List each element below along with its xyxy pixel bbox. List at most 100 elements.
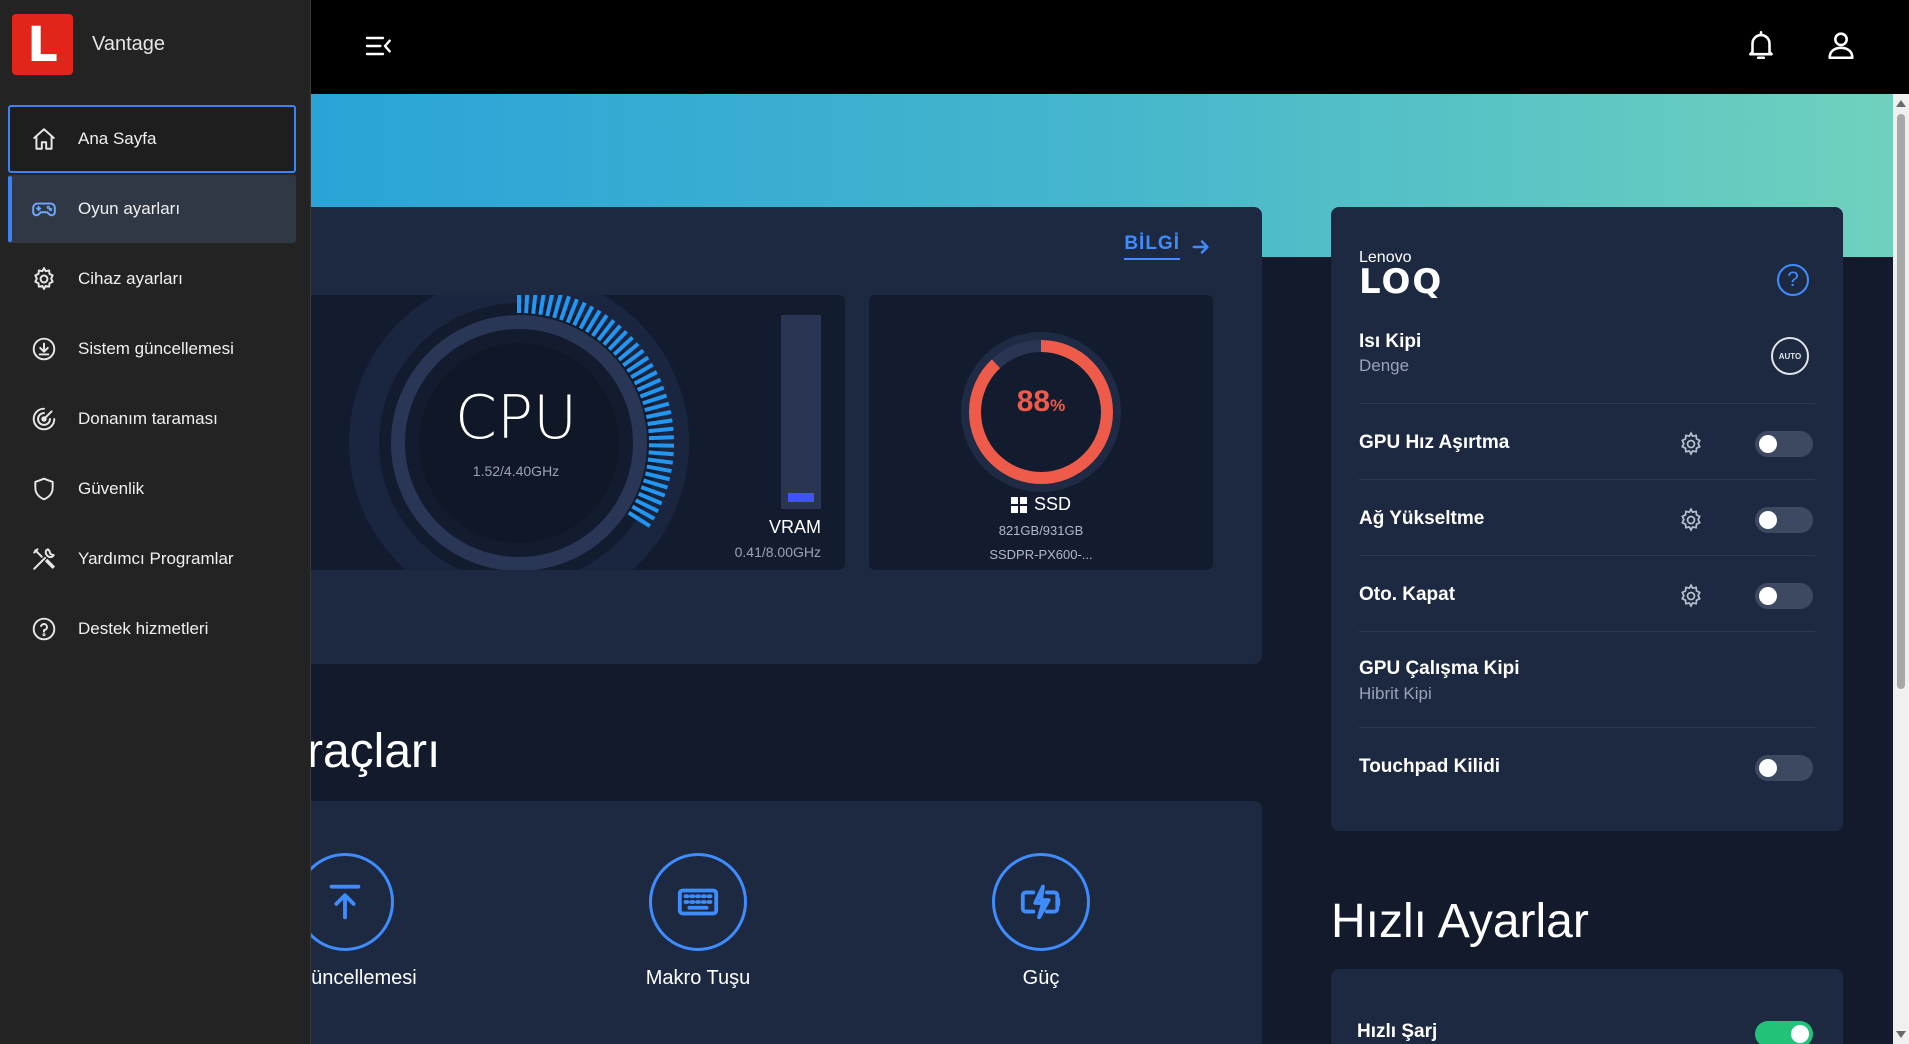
- gear-icon: [30, 265, 58, 293]
- sidebar-item-label: Donanım taraması: [78, 409, 218, 428]
- row-label: GPU Hız Aşırtma: [1359, 432, 1510, 453]
- ssd-percentage-unit: %: [1050, 396, 1066, 415]
- sidebar-item-home[interactable]: Ana Sayfa: [8, 105, 296, 173]
- main-nav: Ana Sayfa Oyun ayarları Cihaz ayarları S…: [8, 105, 296, 665]
- quick-item-label: Hızlı Şarj: [1357, 1021, 1438, 1042]
- vram-bar: [781, 315, 821, 509]
- sidebar-item-label: Oyun ayarları: [78, 199, 181, 218]
- gear-icon[interactable]: [1678, 583, 1704, 609]
- gpu-mode-value: Hibrit Kipi: [1359, 684, 1432, 703]
- thermal-mode-value: Denge: [1359, 356, 1410, 375]
- upload-icon: [311, 853, 394, 951]
- network-boost-toggle[interactable]: [1755, 507, 1813, 533]
- tool-label: m Güncellemesi: [311, 967, 417, 989]
- auto-kill-toggle[interactable]: [1755, 583, 1813, 609]
- ssd-panel: 88% SSD 821GB/931GB SSDPR-PX600-...: [869, 295, 1213, 570]
- main-scrollbar[interactable]: [1893, 94, 1909, 1044]
- sidebar-item-label: Sistem güncellemesi: [78, 339, 234, 358]
- row-label: GPU Çalışma Kipi: [1359, 658, 1520, 679]
- performance-card: BİLGİ CPU 1.52/4.40GHz VRAM 0.41/8.00GHz…: [311, 207, 1262, 664]
- tool-label: Makro Tuşu: [645, 967, 751, 989]
- loq-card: Lenovo LOQ ? Isı Kipi Denge AUTO GPU Hız…: [1331, 207, 1843, 831]
- quick-settings-title: Hızlı Ayarlar: [1331, 895, 1589, 948]
- row-label: Touchpad Kilidi: [1359, 756, 1501, 777]
- main-content: BİLGİ CPU 1.52/4.40GHz VRAM 0.41/8.00GHz…: [311, 94, 1893, 1044]
- vram-label: VRAM: [768, 517, 821, 537]
- row-auto-kill: Oto. Kapat: [1359, 555, 1815, 631]
- sidebar-item-security[interactable]: Güvenlik: [8, 455, 296, 523]
- tool-label: Güç: [1022, 967, 1060, 989]
- cpu-gauge-tick: [648, 435, 674, 441]
- ssd-drive-label: SSD: [869, 494, 1213, 515]
- home-icon: [30, 125, 58, 153]
- info-link-label: BİLGİ: [1124, 233, 1180, 260]
- ssd-label: SSD: [1033, 494, 1071, 514]
- scroll-down-arrow-icon[interactable]: [1896, 1031, 1906, 1038]
- touchpad-lock-toggle[interactable]: [1755, 755, 1813, 781]
- sidebar-item-label: Yardımcı Programlar: [78, 549, 234, 568]
- sidebar-item-hardware-scan[interactable]: Donanım taraması: [8, 385, 296, 453]
- top-bar: [311, 0, 1909, 94]
- app-brand: L Vantage: [12, 14, 165, 75]
- user-icon[interactable]: [1824, 28, 1858, 62]
- loq-brand-big: LOQ: [1359, 262, 1444, 302]
- gpu-overclock-toggle[interactable]: [1755, 431, 1813, 457]
- tool-power[interactable]: Güç: [911, 853, 1171, 990]
- tools-section-title: raçları: [311, 725, 441, 778]
- cpu-label: CPU: [455, 383, 577, 453]
- sidebar-item-label: Güvenlik: [78, 479, 145, 498]
- ssd-model: SSDPR-PX600-...: [989, 547, 1093, 562]
- download-icon: [30, 335, 58, 363]
- arrow-right-icon: [1192, 239, 1209, 254]
- sidebar-item-label: Destek hizmetleri: [78, 619, 209, 638]
- sidebar-item-utilities[interactable]: Yardımcı Programlar: [8, 525, 296, 593]
- gamepad-icon: [30, 195, 58, 223]
- row-gpu-mode[interactable]: GPU Çalışma Kipi Hibrit Kipi: [1359, 631, 1815, 727]
- row-touchpad-lock: Touchpad Kilidi: [1359, 727, 1815, 807]
- cpu-gauge-tick: [648, 450, 674, 457]
- sidebar-item-label: Cihaz ayarları: [78, 269, 183, 288]
- tools-icon: [30, 545, 58, 573]
- shield-icon: [30, 475, 58, 503]
- sidebar-item-system-update[interactable]: Sistem güncellemesi: [8, 315, 296, 383]
- thermal-auto-button[interactable]: AUTO: [1771, 337, 1809, 375]
- sidebar-item-gaming[interactable]: Oyun ayarları: [8, 175, 296, 243]
- tools-card: m Güncellemesi Makro Tuşu Güç: [311, 801, 1262, 1044]
- gear-icon[interactable]: [1678, 507, 1704, 533]
- sidebar-item-support[interactable]: Destek hizmetleri: [8, 595, 296, 663]
- row-label: Ağ Yükseltme: [1359, 508, 1485, 529]
- bell-icon[interactable]: [1744, 28, 1778, 62]
- thermal-mode-label: Isı Kipi: [1359, 331, 1422, 352]
- collapse-menu-icon[interactable]: [363, 30, 395, 62]
- thermal-mode: Isı Kipi Denge: [1359, 331, 1421, 376]
- auto-label: AUTO: [1778, 351, 1802, 361]
- sidebar: L Vantage Ana Sayfa Oyun ayarları Cihaz …: [0, 0, 311, 1044]
- help-button[interactable]: ?: [1777, 264, 1809, 296]
- tool-system-update[interactable]: m Güncellemesi: [311, 853, 475, 990]
- cpu-gauge-tick: [648, 426, 674, 434]
- app-name: Vantage: [92, 33, 166, 55]
- sidebar-item-label: Ana Sayfa: [78, 129, 157, 148]
- gear-icon[interactable]: [1678, 431, 1704, 457]
- scroll-thumb[interactable]: [1897, 114, 1905, 689]
- row-gpu-overclock: GPU Hız Aşırtma: [1359, 403, 1815, 479]
- ssd-percentage-value: 88: [1016, 385, 1051, 418]
- ssd-size: 821GB/931GB: [998, 523, 1084, 538]
- vram-value: 0.41/8.00GHz: [734, 544, 821, 560]
- rapid-charge-toggle[interactable]: [1755, 1021, 1813, 1044]
- tool-macro-key[interactable]: Makro Tuşu: [568, 853, 828, 990]
- help-circle-icon: [30, 615, 58, 643]
- lenovo-logo-icon: L: [12, 14, 73, 75]
- windows-icon: [1010, 496, 1027, 513]
- battery-bolt-icon: [992, 853, 1090, 951]
- info-link[interactable]: BİLGİ: [1124, 233, 1212, 260]
- quick-settings-card: Hızlı Şarj: [1331, 969, 1843, 1044]
- row-label: Oto. Kapat: [1359, 584, 1456, 605]
- cpu-gauge-tick: [524, 295, 530, 314]
- scan-icon: [30, 405, 58, 433]
- row-network-boost: Ağ Yükseltme: [1359, 479, 1815, 555]
- lenovo-loq-logo: Lenovo LOQ: [1359, 249, 1444, 302]
- sidebar-item-device-settings[interactable]: Cihaz ayarları: [8, 245, 296, 313]
- keyboard-icon: [649, 853, 747, 951]
- scroll-up-arrow-icon[interactable]: [1896, 100, 1906, 107]
